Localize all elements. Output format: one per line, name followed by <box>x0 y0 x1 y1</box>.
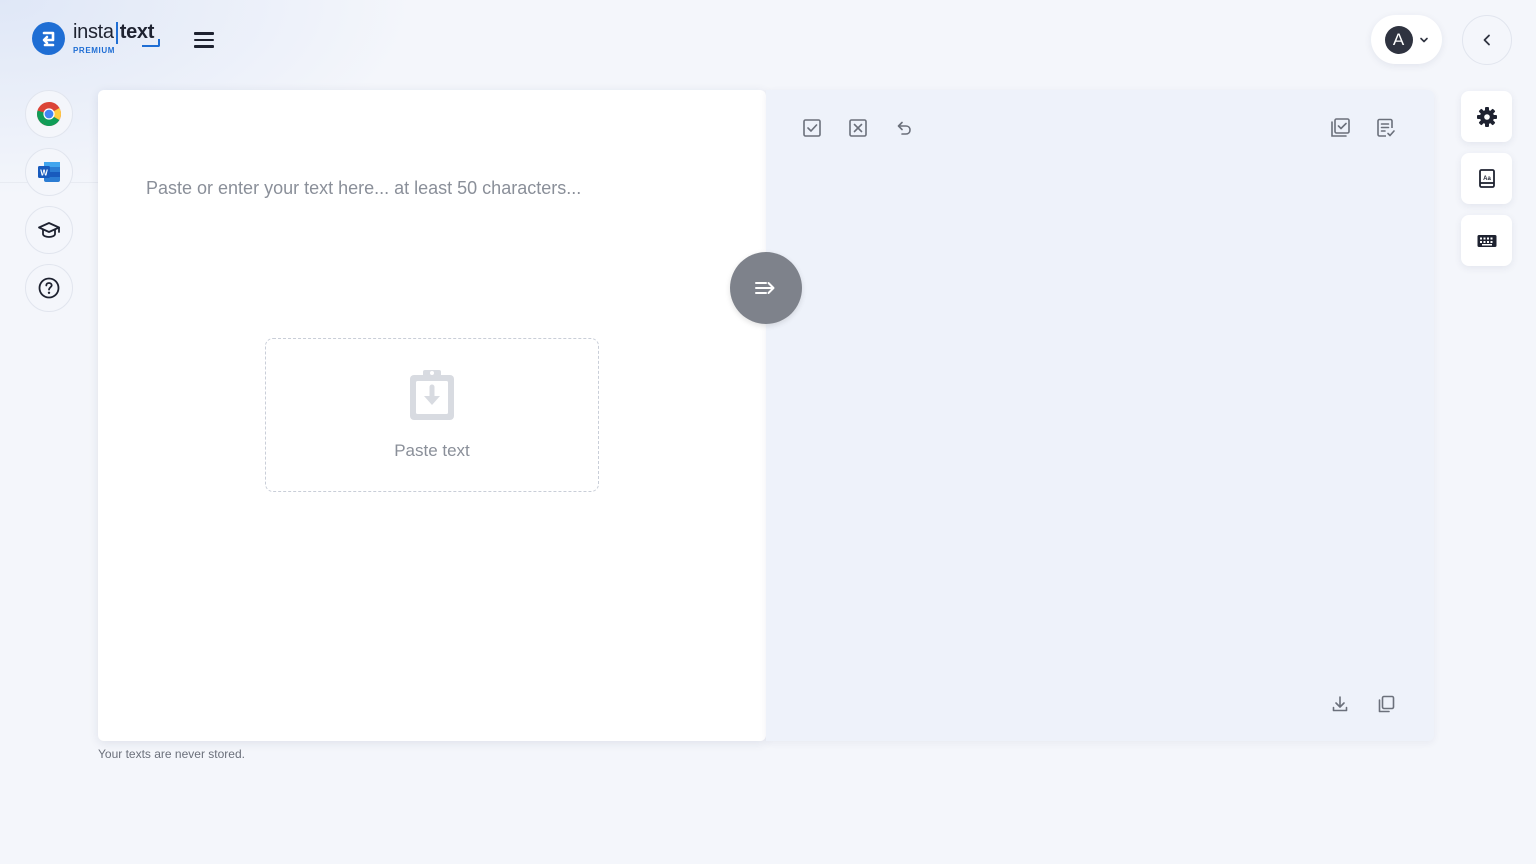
sidebar-item-help[interactable] <box>25 264 73 312</box>
keyboard-icon <box>1477 234 1496 247</box>
check-document-button[interactable] <box>1328 116 1352 140</box>
instatext-logo[interactable]: insta text PREMIUM <box>32 21 161 55</box>
notes-button[interactable] <box>1374 116 1398 140</box>
logo-word-text: text <box>119 21 161 47</box>
sidebar-item-chrome-extension[interactable] <box>25 90 73 138</box>
chevron-down-icon <box>1419 37 1428 42</box>
check-document-icon <box>1331 118 1350 137</box>
paste-text-button[interactable]: Paste text <box>265 338 599 492</box>
dictionary-icon: Aa <box>1478 168 1495 188</box>
sidebar-item-word-addin[interactable]: W <box>25 148 73 196</box>
logo-mark-icon <box>32 22 65 55</box>
download-icon <box>1332 696 1348 712</box>
dictionary-button[interactable]: Aa <box>1461 153 1512 204</box>
collapse-panel-button[interactable] <box>1462 15 1512 65</box>
copy-button[interactable] <box>1374 692 1398 716</box>
reject-all-button[interactable] <box>846 116 870 140</box>
accept-all-button[interactable] <box>800 116 824 140</box>
text-input[interactable] <box>146 168 726 208</box>
help-circle-icon <box>38 277 60 299</box>
sidebar-item-academy[interactable] <box>25 206 73 254</box>
output-panel <box>766 90 1434 741</box>
settings-icon <box>1476 106 1497 127</box>
premium-badge: PREMIUM <box>73 46 115 55</box>
undo-button[interactable] <box>892 116 916 140</box>
graduation-cap-icon <box>38 222 60 238</box>
svg-text:Aa: Aa <box>1483 176 1491 182</box>
word-icon: W <box>38 162 60 182</box>
keyboard-button[interactable] <box>1461 215 1512 266</box>
logo-text: insta text PREMIUM <box>73 21 161 55</box>
convert-button[interactable] <box>730 252 802 324</box>
privacy-note: Your texts are never stored. <box>98 747 245 761</box>
paste-text-label: Paste text <box>394 441 470 460</box>
account-menu-button[interactable]: A <box>1371 15 1442 64</box>
copy-icon <box>1378 695 1395 713</box>
accept-all-icon <box>803 119 821 137</box>
logo-word-insta: insta <box>73 21 114 43</box>
chevron-left-icon <box>1483 34 1490 46</box>
download-button[interactable] <box>1328 692 1352 716</box>
reject-all-icon <box>849 119 867 137</box>
logo-cursor-bar <box>115 22 118 44</box>
convert-arrow-icon <box>755 282 775 294</box>
avatar: A <box>1384 25 1413 54</box>
hamburger-menu-icon[interactable] <box>192 28 216 52</box>
undo-icon <box>897 121 911 135</box>
svg-text:W: W <box>40 169 48 178</box>
clipboard-paste-icon <box>410 370 454 420</box>
input-panel: Paste text <box>98 90 766 741</box>
notes-icon <box>1377 118 1395 137</box>
settings-button[interactable] <box>1461 91 1512 142</box>
chrome-icon <box>37 102 62 127</box>
